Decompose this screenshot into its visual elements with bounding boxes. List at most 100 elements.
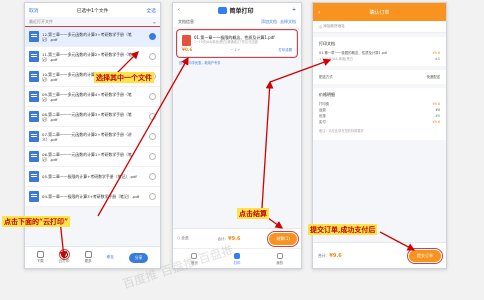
select-all-toggle[interactable]: ○ 全选 [177, 236, 188, 241]
file-checkbox[interactable] [149, 193, 156, 200]
file-checkbox[interactable] [149, 153, 156, 160]
printer-icon [58, 249, 70, 260]
brand: 简单打印 [218, 6, 253, 15]
cancel-button[interactable]: 取消 [29, 7, 39, 14]
doc-icon [29, 71, 39, 82]
file-name: 12.第三章一一多元函数的计算3+考研数学手册（笔记）.pdf [42, 31, 132, 42]
cloud-print-button[interactable]: 云打印 [58, 249, 70, 264]
file-name: 06.第二章一一一元函数的计算1+考研数学手册（笔记）.pdf [42, 151, 132, 162]
qty-value: 1 [234, 47, 237, 52]
doc-card[interactable]: 01.第一章一一极限的概念、性质及计算1.pdf 1~10页|A4|单面|黑白|… [176, 29, 298, 58]
doc-meta: 1~10页|A4|单面|黑白|普通纸|订书钉|无边距 [194, 40, 259, 44]
file-row[interactable]: 05.第二章一一极限的计算+考研数学手册（笔记）.pdf [25, 167, 160, 187]
select-all-button[interactable]: 全选 [146, 7, 156, 14]
annotation-submit: 提交订单,成功支付后 [308, 224, 378, 235]
doc-info-title: 文档信息 [178, 19, 194, 24]
address-row[interactable]: ◎ 添加收货地址 [313, 21, 446, 33]
price-section: 价格明细 打印费 ¥9.6 运费 ¥0 优惠 -¥0 实付 ¥9.6 备注：请在此填写您的特殊… [313, 88, 446, 140]
checkout-bar: ○ 全选 合计：¥9.6 结算(1) [173, 228, 301, 248]
delivery-section[interactable]: 配送方式 快递配送 [313, 70, 446, 84]
select-all-label: 全选 [181, 236, 189, 240]
file-row[interactable]: 11.第三章一一多元函数的计算2+考研数学手册（笔记）.pdf [25, 47, 160, 67]
address-label: 添加收货地址 [323, 24, 345, 28]
brand-name: 简单打印 [229, 7, 254, 15]
price-section-title: 价格明细 [319, 92, 335, 97]
back-icon[interactable]: ‹ [318, 9, 320, 16]
more-button[interactable]: 更多 [84, 251, 92, 264]
file-row[interactable]: 12.第三章一一多元函数的计算3+考研数学手册（笔记）.pdf [25, 26, 160, 48]
file-checkbox[interactable] [149, 53, 156, 60]
selection-title: 已选中1个文件 [76, 8, 109, 14]
recent-label: 最近打开文件 [29, 19, 53, 24]
confirm-header: ‹ 确认订单 [313, 3, 446, 21]
remove-doc-link[interactable]: 去掉文档 [280, 19, 296, 24]
file-row[interactable]: 06.第二章一一一元函数的计算1+考研数学手册（笔记）.pdf [25, 147, 160, 167]
share-button[interactable]: 分享 [128, 252, 149, 263]
back-icon[interactable]: ‹ [178, 8, 180, 13]
add-doc-link[interactable]: 添加文档 [261, 19, 277, 24]
total-label: 合计： [217, 236, 229, 241]
annotation-settle: 点击结算 [237, 208, 269, 219]
doc-section: 打印文档 01.第一章一一极限的概念、性质及计算1.pdf ¥9.6 1~10页|… [313, 37, 446, 66]
doc-info-header: 文档信息 添加文档 去掉文档 [173, 17, 301, 27]
doc-icon [29, 111, 39, 122]
delivery-value: 快递配送 [426, 75, 440, 79]
file-row[interactable]: 07.第二章一一一元函数的计算2+考研数学手册（讲义）.pdf [25, 127, 160, 147]
sort-icon[interactable]: ≡ [153, 20, 156, 25]
file-checkbox[interactable] [149, 113, 156, 120]
download-button[interactable]: 下载 [37, 251, 44, 264]
download-icon [36, 251, 44, 258]
add-icon[interactable]: + [292, 8, 296, 13]
bottom-nav: 首页 打印 我的 [173, 248, 301, 268]
price-row-label: 实付 [319, 120, 326, 124]
file-checkbox[interactable] [149, 33, 156, 40]
more-icon [84, 251, 92, 258]
file-row[interactable]: 08.第二章一一一元函数的计算3+考研数学手册（笔记）.pdf [25, 107, 160, 127]
nav-item[interactable]: 我的 [276, 252, 284, 265]
nav-item[interactable]: 首页 [191, 252, 198, 265]
doc-icon [29, 51, 39, 62]
order-doc-qty: ×1 [435, 57, 440, 61]
qty-stepper[interactable]: − 1 + [230, 48, 240, 52]
doc-icon [29, 131, 39, 142]
doc-icon [29, 91, 39, 102]
file-checkbox[interactable] [149, 173, 156, 180]
file-name: 04.第一章一一极限的计算3+考研数学手册（笔记）.pdf [42, 194, 140, 199]
nav-label: 打印 [233, 260, 241, 265]
file-name: 09.第三章一一多元函数的计算4+考研数学手册（笔记）.pdf [42, 91, 132, 102]
settle-button[interactable]: 结算(1) [267, 230, 299, 247]
promo-note: 首次打印享优惠，新用户专享 [179, 61, 221, 65]
delivery-title: 配送方式 [319, 75, 333, 79]
annotation-cloud-print: 点击下面的“云打印” [2, 216, 71, 227]
price-rows: 打印费 ¥9.6 运费 ¥0 优惠 -¥0 实付 ¥9.6 [319, 101, 440, 125]
remark-field[interactable]: 备注：请在此填写您的特殊要求 [319, 125, 440, 136]
file-name: 07.第二章一一一元函数的计算2+考研数学手册（讲义）.pdf [42, 131, 132, 142]
file-name: 11.第三章一一多元函数的计算2+考研数学手册（笔记）.pdf [42, 51, 132, 62]
recent-files-label: 最近打开文件 ≡ [25, 17, 160, 27]
order-total-amount: ¥9.6 [329, 252, 342, 259]
more-label: 更多 [84, 259, 92, 263]
total-amount: ¥9.6 [228, 235, 241, 242]
file-name: 08.第二章一一一元函数的计算3+考研数学手册（笔记）.pdf [42, 111, 132, 122]
file-row[interactable]: 09.第三章一一多元函数的计算4+考研数学手册（笔记）.pdf [25, 87, 160, 107]
nav-icon [191, 252, 198, 259]
doc-section-title: 打印文档 [319, 41, 335, 46]
price-row-value: ¥9.6 [432, 120, 440, 124]
doc-icon [29, 31, 39, 42]
move-button[interactable]: 移至 [107, 255, 114, 260]
file-checkbox[interactable] [149, 133, 156, 140]
submit-order-button[interactable]: 提交订单 [407, 247, 443, 264]
order-total-label: 合计： [318, 252, 330, 258]
doc-icon [29, 171, 39, 182]
nav-item[interactable]: 打印 [233, 252, 241, 265]
print-settings-link[interactable]: 打印设置 [278, 47, 292, 52]
phone-file-picker: 取消 已选中1个文件 全选 最近打开文件 ≡ 12.第三章一一多元函数的计算3+… [24, 2, 161, 269]
brand-logo-icon [218, 6, 228, 14]
file-checkbox[interactable] [149, 93, 156, 100]
nav-label: 我的 [276, 260, 284, 265]
tutorial-collage: 取消 已选中1个文件 全选 最近打开文件 ≡ 12.第三章一一多元函数的计算3+… [0, 0, 484, 300]
cloud-print-label: 云打印 [58, 259, 70, 263]
submit-bar: 合计：¥9.6 提交订单 [313, 242, 446, 268]
file-row[interactable]: 04.第一章一一极限的计算3+考研数学手册（笔记）.pdf [25, 187, 160, 207]
pdf-icon [182, 35, 191, 46]
